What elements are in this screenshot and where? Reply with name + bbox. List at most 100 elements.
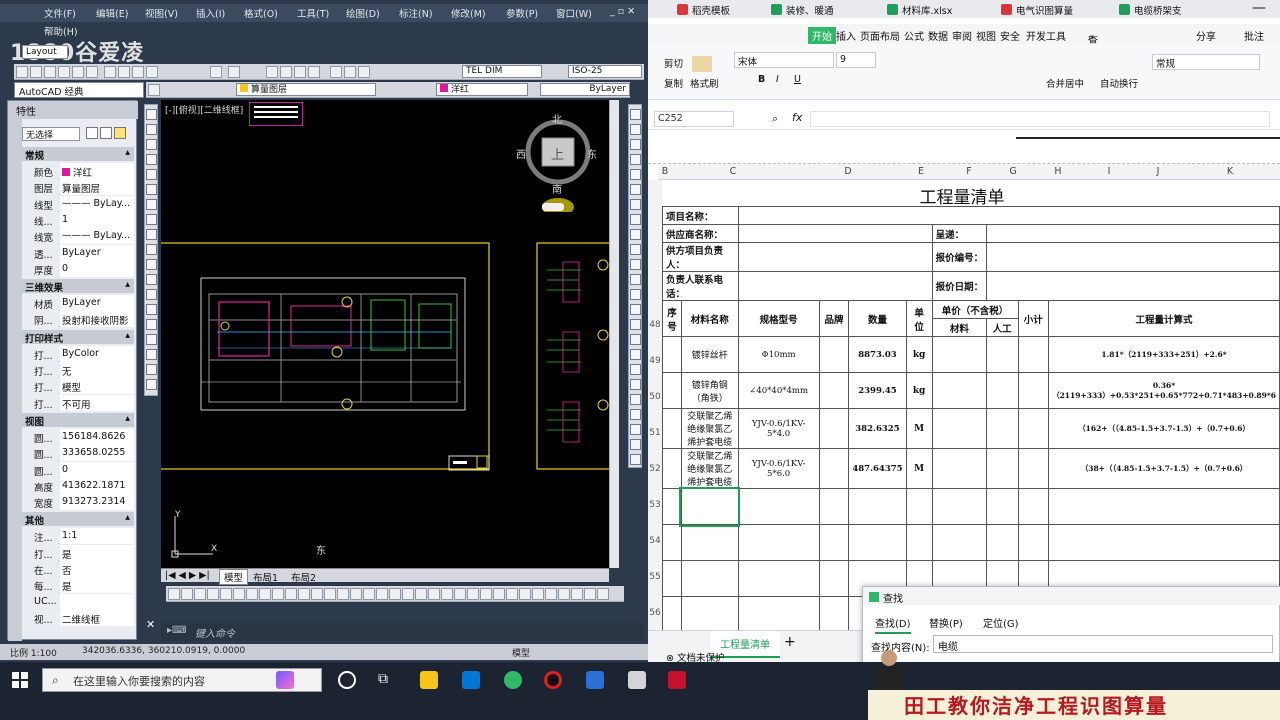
tool-palette-icon[interactable] (358, 66, 370, 78)
snap-tool-icon[interactable] (272, 588, 284, 600)
property-value[interactable]: ——— ByLay... (60, 228, 134, 245)
fx-label[interactable]: fx (792, 111, 802, 124)
windows-start-icon[interactable] (12, 672, 28, 688)
table-cell[interactable]: 镀锌角钢（角铁） (680, 372, 739, 409)
table-cell[interactable] (931, 448, 988, 489)
snap-tool-icon[interactable] (389, 588, 401, 600)
property-value[interactable]: 0 (60, 461, 134, 478)
table-cell[interactable] (848, 488, 907, 525)
property-value[interactable]: 156184.8626 (60, 428, 134, 445)
menu-draw[interactable]: 绘图(D) (346, 6, 380, 20)
doc-tab[interactable]: 电气识图算量 (998, 1, 1077, 17)
open-icon[interactable] (30, 66, 42, 78)
property-value[interactable]: 913273.2314 (60, 494, 134, 511)
menu-edit[interactable]: 编辑(E) (96, 6, 128, 20)
property-value[interactable]: 是 (60, 577, 134, 594)
snap-tool-icon[interactable] (376, 588, 388, 600)
acrobat-icon[interactable] (668, 671, 686, 689)
column-header-cell[interactable]: 数量 (848, 300, 907, 337)
table-cell[interactable]: 0.36*（2119+333）+0.53*251+0.65*772+0.71*4… (1048, 372, 1280, 409)
snap-tool-icon[interactable] (246, 588, 258, 600)
modify-tool-icon[interactable] (630, 199, 641, 210)
number-format-combo[interactable]: 常规 (1152, 54, 1260, 70)
property-value[interactable]: 413622.1871 (60, 477, 134, 494)
draw-tool-icon[interactable] (146, 124, 157, 135)
modify-tool-icon[interactable] (630, 259, 641, 270)
table-cell[interactable]: ∠40*40*4mm (737, 372, 820, 409)
section-header[interactable]: 三维效果 ▴ (22, 279, 134, 294)
row-label[interactable]: 54 (648, 536, 662, 546)
property-row[interactable]: 线型 ——— ByLay... (22, 195, 134, 212)
collapse-icon[interactable]: ▴ (125, 413, 130, 424)
save-icon[interactable] (44, 66, 56, 78)
column-label[interactable]: B (658, 166, 672, 177)
draw-tool-icon[interactable] (146, 169, 157, 180)
snap-tool-icon[interactable] (350, 588, 362, 600)
font-name-combo[interactable]: 宋体 (734, 52, 834, 68)
cut-icon[interactable] (104, 66, 116, 78)
cell-reference-box[interactable]: C252 (654, 111, 734, 127)
viewcube-west[interactable]: 西 (516, 146, 526, 161)
modify-tool-icon[interactable] (630, 169, 641, 180)
table-cell[interactable]: YJV-0.6/1KV-5*6.0 (737, 448, 820, 489)
modify-tool-icon[interactable] (630, 319, 641, 330)
table-cell[interactable] (986, 271, 1280, 301)
zoom-prev-icon[interactable] (308, 66, 320, 78)
textstyle-combo[interactable]: ISO-25 (568, 65, 642, 78)
modify-tool-icon[interactable] (630, 124, 641, 135)
draw-tool-icon[interactable] (146, 349, 157, 360)
modify-tool-icon[interactable] (630, 244, 641, 255)
snap-tool-icon[interactable] (337, 588, 349, 600)
draw-tool-icon[interactable] (146, 289, 157, 300)
info-label[interactable]: 呈递： (931, 224, 988, 243)
copy-button[interactable]: 复制 (664, 76, 683, 90)
table-cell[interactable] (737, 560, 820, 597)
draw-tool-icon[interactable] (146, 139, 157, 150)
viewcube-north[interactable]: 北 (552, 111, 562, 126)
property-row[interactable]: 图层 算量图层 (22, 179, 134, 196)
tab-model[interactable]: 模型 (219, 569, 249, 585)
property-value[interactable]: 无 (60, 362, 134, 378)
tab-review[interactable]: 审阅 (952, 28, 972, 43)
property-row[interactable]: 高度 413622.1871 (22, 477, 134, 494)
property-row[interactable]: 打... 不可用 (22, 394, 134, 411)
draw-tool-icon[interactable] (146, 319, 157, 330)
property-value[interactable]: 算量图层 (60, 179, 134, 196)
section-header[interactable]: 打印样式 ▴ (22, 329, 134, 345)
news-icon[interactable] (276, 671, 294, 689)
row-label[interactable]: 50 (648, 392, 662, 402)
snap-tool-icon[interactable] (467, 588, 479, 600)
table-cell[interactable] (986, 408, 1019, 449)
find-dialog-title[interactable]: 查找 (863, 587, 1280, 605)
table-cell[interactable] (931, 488, 988, 525)
column-label[interactable]: H (1032, 166, 1084, 177)
modify-tool-icon[interactable] (630, 274, 641, 285)
table-cell[interactable] (1017, 488, 1050, 525)
section-header[interactable]: 其他 ▴ (22, 512, 134, 527)
table-cell[interactable] (662, 372, 682, 409)
find-content-input[interactable]: 电缆 (933, 635, 1273, 653)
property-row[interactable]: 厚度 0 (22, 260, 134, 277)
snap-tool-icon[interactable] (571, 588, 583, 600)
table-cell[interactable] (737, 524, 820, 561)
row-label[interactable]: 56 (648, 608, 662, 618)
column-label[interactable]: D (798, 166, 898, 177)
table-cell[interactable] (986, 242, 1280, 272)
property-value[interactable]: 0 (60, 260, 134, 277)
section-header[interactable]: 常规 ▴ (22, 147, 134, 162)
worksheet[interactable]: 工程量清单 项目名称： 供应商名称： 呈递： 供方项目负责人： 报价编号： 负责人联系电话… (662, 180, 1280, 630)
preview-icon[interactable] (72, 66, 84, 78)
column-label[interactable]: J (1134, 166, 1182, 177)
snap-tool-icon[interactable] (480, 588, 492, 600)
table-cell[interactable] (1017, 408, 1050, 449)
table-cell[interactable] (986, 448, 1019, 489)
wrap-text-button[interactable]: 自动换行 (1100, 76, 1138, 90)
modify-tool-icon[interactable] (630, 424, 641, 435)
property-row[interactable]: 圆... 156184.8626 (22, 428, 134, 445)
modify-tool-icon[interactable] (630, 439, 641, 450)
info-label[interactable]: 供应商名称： (662, 224, 739, 243)
viewcube-top[interactable]: 上 (551, 144, 564, 163)
info-label[interactable]: 供方项目负责人： (662, 242, 739, 272)
info-label[interactable]: 项目名称： (662, 206, 739, 225)
doc-tab[interactable]: 电缆桥架支 (1116, 1, 1186, 17)
